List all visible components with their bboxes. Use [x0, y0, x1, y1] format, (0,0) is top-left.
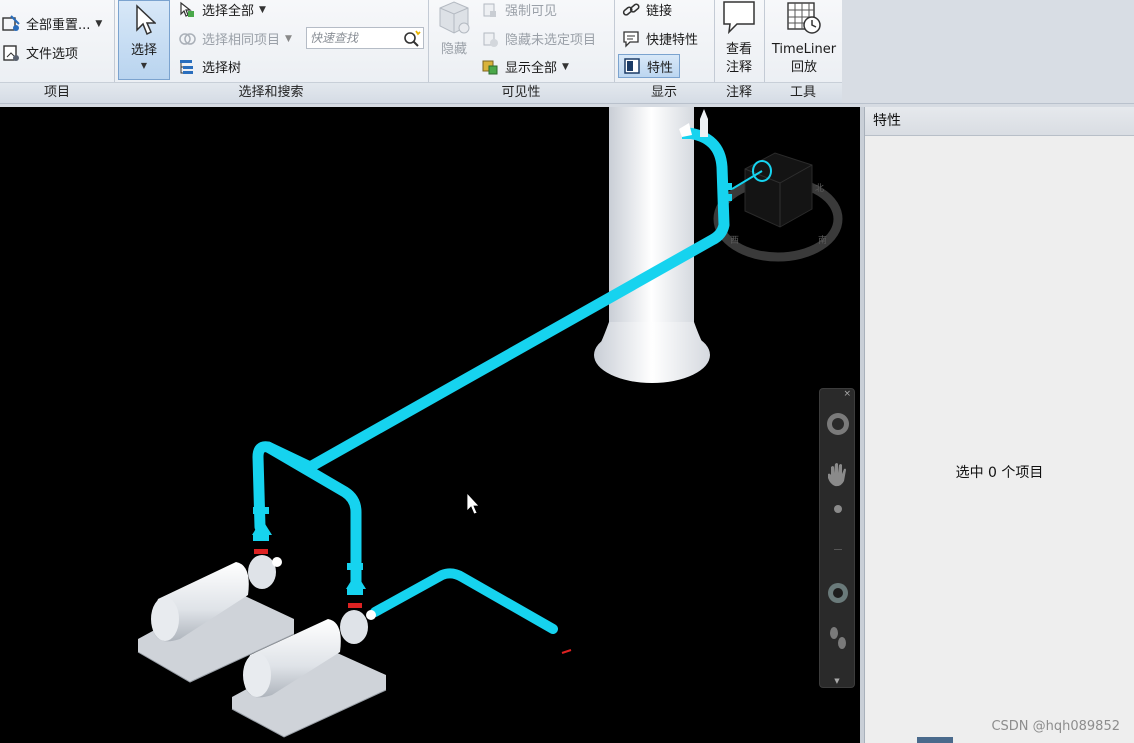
unhide-all-label: 显示全部 [505, 61, 558, 76]
links-label: 链接 [646, 4, 673, 19]
group-label-project: 项目 [0, 82, 114, 103]
hide-unselected-label: 隐藏未选定项目 [505, 33, 597, 48]
properties-toggle-button[interactable]: 特性 [618, 54, 680, 78]
selection-tree-button[interactable]: 选择树 [178, 57, 241, 76]
hide-unselected-icon [483, 32, 498, 47]
chevron-down-icon: ▼ [259, 4, 266, 15]
file-options-icon [3, 44, 19, 61]
3d-viewport[interactable]: 西 南 北 × ▼ [0, 107, 860, 743]
quick-find-input[interactable] [310, 29, 400, 47]
group-label-display: 显示 [614, 82, 714, 103]
select-same-label: 选择相同项目 [202, 33, 281, 48]
svg-text:西: 西 [730, 235, 739, 246]
reset-all-label: 全部重置... [26, 18, 91, 33]
quick-find-box [306, 27, 424, 49]
hide-cube-icon [439, 1, 470, 34]
reset-all-button[interactable]: 全部重置... ▼ [2, 14, 102, 33]
properties-label: 特性 [647, 60, 674, 76]
chevron-down-icon: ▼ [95, 18, 103, 29]
select-same-button[interactable]: 选择相同项目 ▼ [178, 29, 292, 48]
pan-hand-icon[interactable] [825, 461, 851, 489]
hide-label: 隐藏 [440, 42, 467, 57]
unhide-all-icon [482, 60, 498, 74]
quick-properties-icon [623, 30, 639, 48]
require-button[interactable]: 强制可见 [481, 0, 557, 19]
timeliner-label-2: 回放 [790, 60, 817, 75]
group-label-tools: 工具 [764, 82, 842, 103]
zoom-icon[interactable] [834, 505, 842, 513]
selection-count-message: 选中 0 个项目 [955, 465, 1044, 481]
select-button[interactable]: 选择 ▼ [118, 0, 170, 80]
properties-panel: 特性 选中 0 个项目 [864, 107, 1134, 743]
select-label: 选择 [130, 43, 157, 58]
links-button[interactable]: 链接 [622, 0, 672, 19]
select-all-label: 选择全部 [202, 4, 255, 19]
file-options-button[interactable]: 文件选项 [2, 43, 78, 62]
hide-unselected-button[interactable]: 隐藏未选定项目 [481, 29, 596, 48]
steering-wheel-icon[interactable] [825, 411, 851, 437]
require-label: 强制可见 [505, 4, 558, 19]
viewcube[interactable]: 西 南 北 [713, 152, 843, 262]
panel-corner-widget [917, 737, 953, 743]
selection-tree-label: 选择树 [202, 61, 242, 76]
comment-bubble-icon [723, 1, 755, 35]
link-chain-icon [622, 2, 640, 16]
chevron-down-icon: ▼ [140, 61, 148, 70]
view-comments-label-1: 查看 [725, 42, 752, 57]
close-icon[interactable]: × [843, 389, 851, 399]
group-label-select-search: 选择和搜索 [114, 82, 428, 103]
group-label-visibility: 可见性 [428, 82, 614, 103]
properties-panel-title: 特性 [865, 107, 1134, 136]
orbit-icon[interactable] [826, 581, 850, 605]
group-label-annotation: 注释 [714, 82, 764, 103]
select-same-icon [179, 32, 196, 45]
hide-button[interactable]: 隐藏 [434, 0, 474, 80]
timeliner-button[interactable]: TimeLiner 回放 [766, 0, 842, 80]
properties-icon [624, 58, 640, 74]
svg-text:北: 北 [815, 183, 824, 194]
watermark: CSDN @hqh089852 [991, 719, 1120, 734]
unhide-all-button[interactable]: 显示全部 ▼ [481, 57, 569, 76]
divider [834, 549, 842, 550]
view-comments-label-2: 注释 [725, 60, 752, 75]
scene-canvas: 西 南 北 [137, 107, 843, 738]
select-all-button[interactable]: 选择全部 ▼ [178, 0, 266, 19]
selection-tree-icon [180, 59, 193, 74]
ribbon-empty-area [842, 0, 1134, 104]
quick-properties-label: 快捷特性 [646, 33, 699, 48]
require-icon [483, 3, 496, 17]
timeliner-label-1: TimeLiner [771, 42, 837, 57]
chevron-down-icon: ▼ [562, 61, 569, 72]
reset-icon [2, 14, 20, 31]
walk-footprints-icon[interactable] [826, 625, 850, 653]
select-all-icon [180, 1, 194, 17]
file-options-label: 文件选项 [26, 47, 79, 62]
timeliner-calendar-icon [787, 2, 821, 34]
navigation-bar: × ▼ [819, 388, 855, 688]
ribbon: 全部重置... ▼ 文件选项 项目 选择和搜索 选择 ▼ 选择全部 ▼ 选择相同… [0, 0, 842, 104]
quick-properties-button[interactable]: 快捷特性 [622, 29, 698, 48]
mouse-cursor-icon [466, 491, 480, 515]
svg-text:南: 南 [818, 234, 827, 246]
view-comments-button[interactable]: 查看 注释 [716, 0, 762, 80]
cursor-arrow-icon [136, 4, 156, 36]
chevron-down-icon: ▼ [285, 33, 292, 44]
chevron-down-icon[interactable]: ▼ [820, 677, 854, 685]
ribbon-group-project: 全部重置... ▼ 文件选项 项目 [0, 0, 115, 103]
find-icon[interactable] [403, 29, 421, 47]
